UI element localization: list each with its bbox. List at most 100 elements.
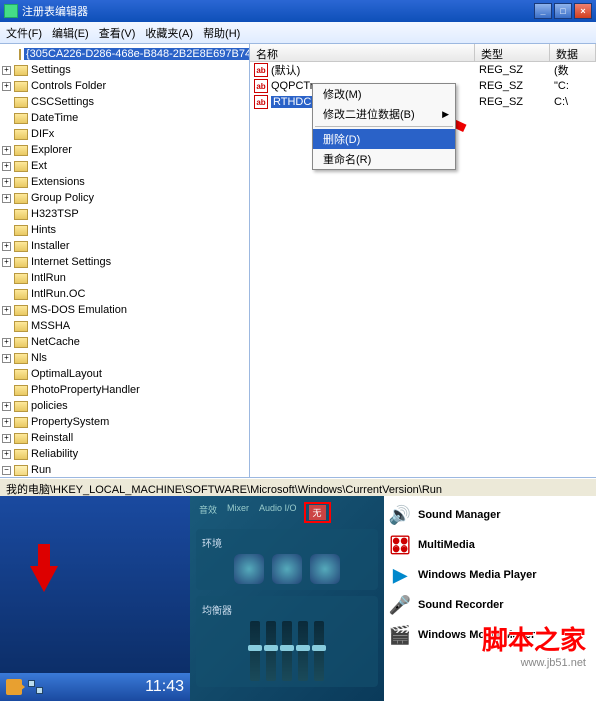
expand-icon[interactable]: + <box>2 258 11 267</box>
app-list: 🔊Sound Manager 🎛MultiMedia ▶Windows Medi… <box>384 496 596 701</box>
tree-node[interactable]: +Controls Folder <box>2 78 247 94</box>
expand-icon[interactable]: + <box>2 354 11 363</box>
expand-icon[interactable] <box>2 114 11 123</box>
menu-delete[interactable]: 删除(D) <box>313 129 455 149</box>
expand-icon[interactable]: + <box>2 146 11 155</box>
film-icon: 🎬 <box>388 623 412 647</box>
tree-node[interactable]: H323TSP <box>2 206 247 222</box>
tree-node[interactable]: +NetCache <box>2 334 247 350</box>
tree-node[interactable]: +policies <box>2 398 247 414</box>
folder-icon <box>14 337 28 348</box>
tree-node[interactable]: +MS-DOS Emulation <box>2 302 247 318</box>
expand-icon[interactable]: + <box>2 306 11 315</box>
folder-icon <box>14 209 28 220</box>
tab[interactable]: 音效 <box>196 502 220 523</box>
menu-rename[interactable]: 重命名(R) <box>313 149 455 169</box>
tree-node[interactable]: +Internet Settings <box>2 254 247 270</box>
tree-node[interactable]: +Explorer <box>2 142 247 158</box>
expand-icon[interactable]: + <box>2 338 11 347</box>
close-button[interactable]: × <box>574 3 592 19</box>
tree-node[interactable]: +Reinstall <box>2 430 247 446</box>
menu-separator <box>315 126 453 127</box>
menu-help[interactable]: 帮助(H) <box>203 25 240 41</box>
expand-icon[interactable]: + <box>2 450 11 459</box>
list-item[interactable]: 🎤Sound Recorder <box>388 590 592 620</box>
tree-node[interactable]: {305CA226-D286-468e-B848-2B2E8E697B74} <box>2 46 247 62</box>
col-data[interactable]: 数据 <box>550 44 596 61</box>
preset-icon[interactable] <box>234 554 264 584</box>
expand-icon[interactable] <box>2 210 11 219</box>
menu-view[interactable]: 查看(V) <box>99 25 136 41</box>
tree-node[interactable]: +Group Policy <box>2 190 247 206</box>
eq-slider[interactable] <box>298 621 308 681</box>
eq-slider[interactable] <box>314 621 324 681</box>
tree-node[interactable]: DateTime <box>2 110 247 126</box>
tree-node[interactable]: +PropertySystem <box>2 414 247 430</box>
expand-icon[interactable]: + <box>2 162 11 171</box>
folder-icon <box>14 305 28 316</box>
menu-file[interactable]: 文件(F) <box>6 25 42 41</box>
tree-node[interactable]: PhotoPropertyHandler <box>2 382 247 398</box>
menu-modify-binary[interactable]: 修改二进位数据(B)▶ <box>313 104 455 124</box>
list-item[interactable]: 🎛MultiMedia <box>388 530 592 560</box>
tree-node[interactable]: +Ext <box>2 158 247 174</box>
tree-node[interactable]: IntlRun <box>2 270 247 286</box>
expand-icon[interactable] <box>2 370 11 379</box>
tree-node[interactable]: IntlRun.OC <box>2 286 247 302</box>
menu-modify[interactable]: 修改(M) <box>313 84 455 104</box>
eq-slider[interactable] <box>266 621 276 681</box>
tree-panel[interactable]: {305CA226-D286-468e-B848-2B2E8E697B74}+S… <box>0 44 250 477</box>
eq-slider[interactable] <box>282 621 292 681</box>
expand-icon[interactable] <box>2 322 11 331</box>
tree-node[interactable]: +Reliability <box>2 446 247 462</box>
maximize-button[interactable]: □ <box>554 3 572 19</box>
menu-fav[interactable]: 收藏夹(A) <box>145 25 193 41</box>
expand-icon[interactable] <box>2 386 11 395</box>
expand-icon[interactable]: + <box>2 82 11 91</box>
tree-node[interactable]: MSSHA <box>2 318 247 334</box>
tab[interactable]: Audio I/O <box>256 502 300 523</box>
expand-icon[interactable]: + <box>2 418 11 427</box>
list-item[interactable]: ▶Windows Media Player <box>388 560 592 590</box>
list-row[interactable]: ab(默认)REG_SZ(数 <box>250 62 596 78</box>
folder-icon <box>14 241 28 252</box>
preset-icon[interactable] <box>310 554 340 584</box>
speaker-icon[interactable] <box>6 679 22 695</box>
folder-icon <box>14 113 28 124</box>
tree-node[interactable]: +Nls <box>2 350 247 366</box>
expand-icon[interactable]: + <box>2 402 11 411</box>
tree-node[interactable]: +Extensions <box>2 174 247 190</box>
tree-node[interactable]: OptimalLayout <box>2 366 247 382</box>
folder-icon <box>19 49 21 60</box>
expand-icon[interactable]: + <box>2 194 11 203</box>
speaker-icon: 🔊 <box>388 503 412 527</box>
expand-icon[interactable] <box>2 98 11 107</box>
expand-icon[interactable] <box>2 226 11 235</box>
expand-icon[interactable] <box>2 130 11 139</box>
list-item[interactable]: 🎬Windows Movie Maker <box>388 620 592 650</box>
list-item[interactable]: 🔊Sound Manager <box>388 500 592 530</box>
expand-icon[interactable] <box>2 290 11 299</box>
eq-slider[interactable] <box>250 621 260 681</box>
minimize-button[interactable]: _ <box>534 3 552 19</box>
tree-node[interactable]: DIFx <box>2 126 247 142</box>
folder-icon <box>14 273 28 284</box>
context-menu: 修改(M) 修改二进位数据(B)▶ 删除(D) 重命名(R) <box>312 83 456 170</box>
expand-icon[interactable]: + <box>2 242 11 251</box>
tree-node[interactable]: −Run <box>2 462 247 477</box>
expand-icon[interactable]: + <box>2 434 11 443</box>
tab[interactable]: Mixer <box>224 502 252 523</box>
tree-node[interactable]: +Installer <box>2 238 247 254</box>
tree-node[interactable]: CSCSettings <box>2 94 247 110</box>
expand-icon[interactable] <box>2 274 11 283</box>
expand-icon[interactable]: + <box>2 66 11 75</box>
col-type[interactable]: 类型 <box>475 44 550 61</box>
tree-node[interactable]: Hints <box>2 222 247 238</box>
network-icon[interactable] <box>28 680 44 694</box>
col-name[interactable]: 名称 <box>250 44 475 61</box>
expand-icon[interactable]: + <box>2 178 11 187</box>
expand-icon[interactable]: − <box>2 466 11 475</box>
menu-edit[interactable]: 编辑(E) <box>52 25 89 41</box>
preset-icon[interactable] <box>272 554 302 584</box>
tree-node[interactable]: +Settings <box>2 62 247 78</box>
